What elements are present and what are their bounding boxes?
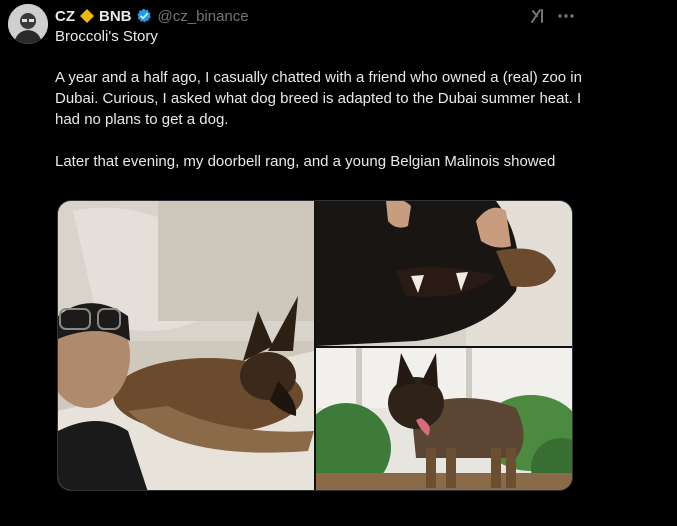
verified-check-icon: [136, 8, 152, 24]
author-handle[interactable]: @cz_binance: [158, 8, 249, 25]
tweet-header: CZ BNB @cz_binance: [55, 6, 249, 26]
more-options-icon[interactable]: [556, 6, 576, 26]
avatar-image: [8, 4, 48, 44]
author-name[interactable]: CZ: [55, 8, 75, 25]
author-affiliation[interactable]: BNB: [99, 8, 132, 25]
tweet-title: Broccoli's Story: [55, 28, 158, 45]
tweet-paragraph: A year and a half ago, I casually chatte…: [55, 69, 582, 128]
photo-dog-teeth-closeup[interactable]: [316, 201, 572, 346]
avatar[interactable]: [8, 4, 48, 44]
media-grid: [57, 200, 573, 491]
grok-icon[interactable]: [528, 6, 548, 26]
binance-diamond-icon: [79, 8, 95, 24]
tweet-body: A year and a half ago, I casually chatte…: [55, 67, 595, 193]
photo-dog-in-garden[interactable]: [316, 348, 572, 490]
photo-selfie-with-dog[interactable]: [58, 201, 314, 490]
tweet-paragraph: Later that evening, my doorbell rang, an…: [55, 153, 556, 170]
tweet: CZ BNB @cz_binance Broccoli's Story A ye…: [0, 0, 677, 526]
